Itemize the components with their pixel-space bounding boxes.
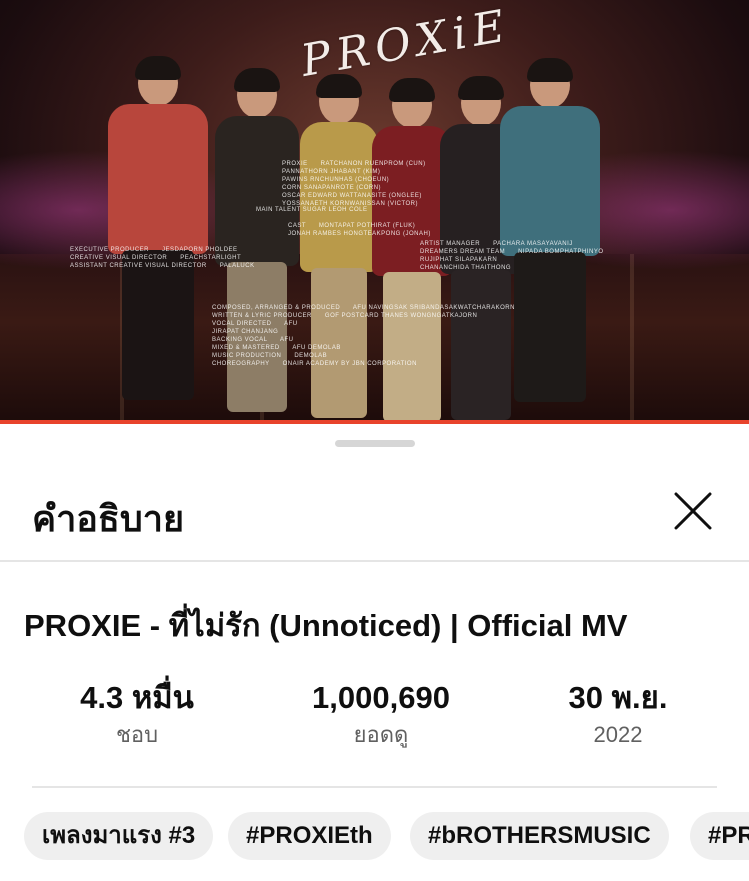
- close-icon: [674, 492, 712, 530]
- video-title: PROXIE - ที่ไม่รัก (Unnoticed) | Officia…: [24, 608, 628, 643]
- divider: [32, 786, 717, 788]
- sheet-drag-handle[interactable]: [335, 440, 415, 447]
- views-label: ยอดดู: [353, 722, 409, 747]
- credits-executive: EXECUTIVE PRODUCER JESDAPORN PHOLDEE CRE…: [70, 247, 255, 269]
- likes-stat: 4.3 หมื่น ชอบ: [22, 678, 252, 752]
- chip-trending[interactable]: เพลงมาแรง #3: [24, 812, 214, 860]
- likes-count: 4.3 หมื่น: [80, 680, 194, 715]
- credits-main-talent: MAIN TALENT SUGAR LEOH COLE: [256, 207, 368, 213]
- sheet-title: คำอธิบาย: [32, 498, 185, 539]
- credits-proxie: PROXIE RATCHANON RUENPROM (CUN) PANNATHO…: [282, 161, 426, 207]
- chip-hashtag-brothersmusic[interactable]: #bROTHERSMUSIC: [410, 812, 669, 860]
- video-player[interactable]: PROXiE PROXIE RATCHANON RUENPROM (CUN) P…: [0, 0, 749, 424]
- credits-artist-manager: ARTIST MANAGER PACHARA MASAYAVANIJ DREAM…: [420, 241, 604, 271]
- date-stat: 30 พ.ย. 2022: [503, 678, 733, 752]
- publish-date: 30 พ.ย.: [568, 680, 668, 715]
- chip-hashtag-proxieth[interactable]: #PROXIEth: [228, 812, 391, 860]
- member-figure: [108, 56, 208, 400]
- close-button[interactable]: [670, 488, 716, 534]
- lane-line: [630, 254, 634, 424]
- likes-label: ชอบ: [115, 722, 159, 747]
- chip-hashtag-partial[interactable]: #PR: [690, 812, 749, 860]
- credits-cast: CAST MONTAPAT POTHIRAT (FLUK) JONAH RAMB…: [288, 223, 431, 237]
- screen: PROXiE PROXIE RATCHANON RUENPROM (CUN) P…: [0, 0, 749, 881]
- views-stat: 1,000,690 ยอดดู: [266, 678, 496, 752]
- publish-year: 2022: [593, 722, 643, 747]
- description-sheet: คำอธิบาย PROXIE - ที่ไม่รัก (Unnoticed) …: [0, 424, 749, 881]
- views-count: 1,000,690: [312, 680, 450, 715]
- member-figure: [500, 58, 600, 402]
- credits-music: COMPOSED, ARRANGED & PRODUCED AFU NAVING…: [212, 305, 515, 367]
- divider: [0, 560, 749, 562]
